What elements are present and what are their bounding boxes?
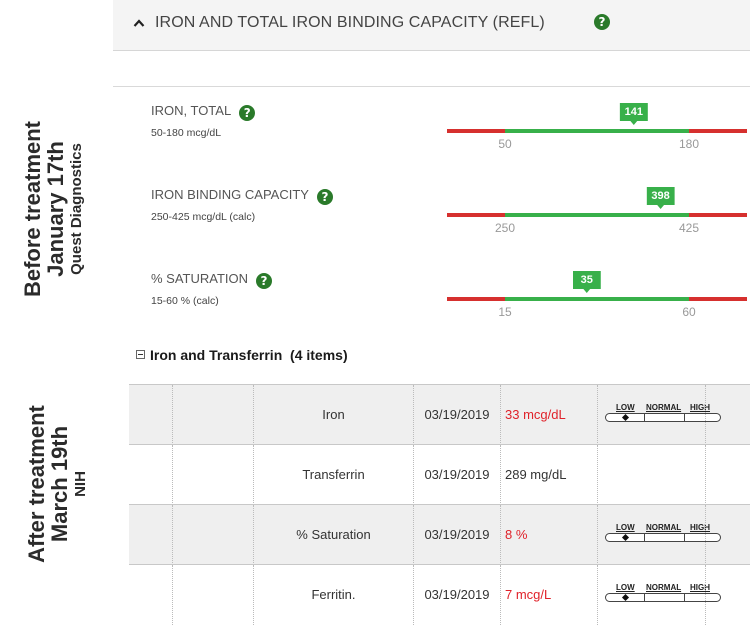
group-toggle[interactable]: Iron and Transferrin (4 items) [136,347,348,363]
value-diamond-icon [621,533,630,542]
panel-header[interactable]: IRON AND TOTAL IRON BINDING CAPACITY (RE… [113,0,750,51]
value-diamond-icon [621,593,630,602]
before-date: January 17th [43,141,68,277]
low-label: LOW [616,403,635,412]
help-icon[interactable]: ? [239,105,256,121]
low-label: LOW [616,583,635,592]
range-track [605,413,721,422]
range-cell: LOW NORMAL HIGH [597,385,721,445]
reference-range: 15-60 % (calc) [151,295,219,307]
help-icon[interactable]: ? [594,14,610,30]
in-range-bar [505,213,689,217]
result-item: IRON, TOTAL? 50-180 mcg/dL 50 180 141 [151,103,750,163]
high-limit-label: 180 [678,137,700,151]
help-icon[interactable]: ? [256,273,273,289]
low-limit-label: 50 [498,137,512,151]
after-date: March 19th [47,425,72,543]
group-count: (4 items) [290,347,348,363]
cell-blank [705,385,750,445]
value-marker: 141 [619,103,648,125]
test-result: 8 % [500,505,597,565]
test-date: 03/19/2019 [413,445,500,505]
test-name: Transferrin [253,445,413,505]
cell-blank [172,445,253,505]
test-result: 33 mcg/dL [500,385,597,445]
range-cell: LOW NORMAL HIGH [597,505,721,565]
after-heading: After treatment [24,405,49,563]
cell-blank [172,505,253,565]
result-item: IRON BINDING CAPACITY? 250-425 mcg/dL (ca… [151,187,750,247]
result-name: % SATURATION? [151,271,273,289]
before-heading: Before treatment [20,120,45,298]
help-icon[interactable]: ? [316,189,333,205]
low-label: LOW [616,523,635,532]
cell-blank [129,565,172,625]
group-title: Iron and Transferrin [150,347,283,363]
test-date: 03/19/2019 [413,505,500,565]
cell-blank [705,445,750,505]
range-track [605,533,721,542]
in-range-bar [505,129,689,133]
range-cell: LOW NORMAL HIGH [597,565,721,625]
result-name: IRON BINDING CAPACITY? [151,187,333,205]
normal-label: NORMAL [646,403,682,412]
after-treatment-label: After treatment March 19th NIH [24,369,92,599]
cell-blank [705,505,750,565]
range-gauge: 15 60 35 [447,271,747,321]
collapse-box-icon[interactable] [136,350,145,359]
value-marker: 398 [646,187,675,209]
range-gauge: 250 425 398 [447,187,747,237]
table-row[interactable]: Transferrin 03/19/2019 289 mg/dL [129,444,750,505]
normal-label: NORMAL [646,523,682,532]
normal-label: NORMAL [646,583,682,592]
result-item: % SATURATION? 15-60 % (calc) 15 60 35 [151,271,750,331]
range-gauge: 50 180 141 [447,103,747,153]
result-name: IRON, TOTAL? [151,103,256,121]
range-cell [597,445,705,505]
low-limit-label: 15 [498,305,512,319]
before-lab: Quest Diagnostics [68,143,85,275]
results-table: Iron 03/19/2019 33 mcg/dL LOW NORMAL HIGH Tran… [129,384,750,625]
cell-blank [129,505,172,565]
test-date: 03/19/2019 [413,385,500,445]
value-diamond-icon [621,413,630,422]
result-name-text: IRON BINDING CAPACITY [151,187,309,202]
high-limit-label: 60 [682,305,696,319]
test-date: 03/19/2019 [413,565,500,625]
reference-range: 250-425 mcg/dL (calc) [151,211,256,223]
test-name: Ferritin. [253,565,413,625]
result-name-text: % SATURATION [151,271,249,286]
result-name-text: IRON, TOTAL [151,103,232,118]
cell-blank [172,385,253,445]
cell-blank [705,565,750,625]
in-range-bar [505,297,689,301]
before-treatment-label: Before treatment January 17th Quest Diag… [20,84,92,334]
test-name: % Saturation [253,505,413,565]
reference-range: 50-180 mcg/dL [151,127,222,139]
test-result: 289 mg/dL [500,445,597,505]
table-row[interactable]: Ferritin. 03/19/2019 7 mcg/L LOW NORMAL HIGH [129,564,750,625]
panel-subheader [113,51,750,87]
table-row[interactable]: % Saturation 03/19/2019 8 % LOW NORMAL HIGH [129,504,750,565]
table-row[interactable]: Iron 03/19/2019 33 mcg/dL LOW NORMAL HIGH [129,384,750,445]
value-marker: 35 [572,271,601,293]
test-name: Iron [253,385,413,445]
after-lab: NIH [72,471,89,497]
high-limit-label: 425 [678,221,700,235]
panel-title: IRON AND TOTAL IRON BINDING CAPACITY (RE… [155,14,545,31]
cell-blank [129,445,172,505]
chevron-up-icon[interactable] [133,17,145,29]
test-result: 7 mcg/L [500,565,597,625]
range-track [605,593,721,602]
low-limit-label: 250 [494,221,516,235]
cell-blank [172,565,253,625]
cell-blank [129,385,172,445]
